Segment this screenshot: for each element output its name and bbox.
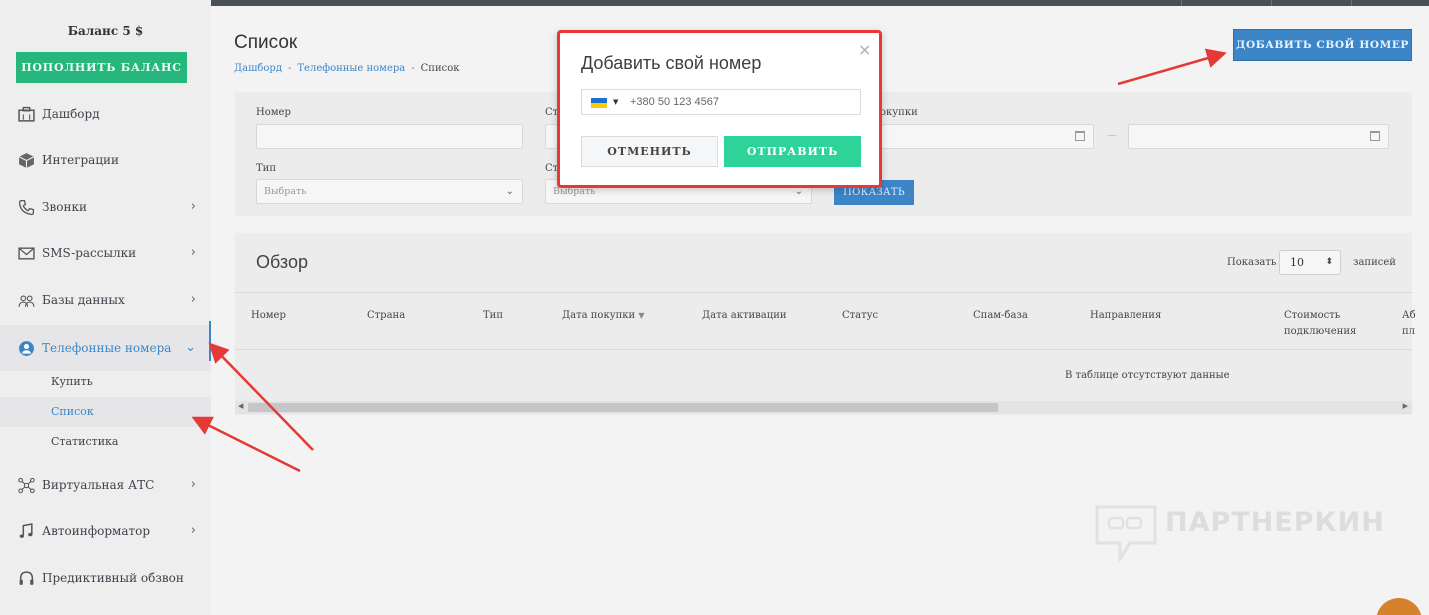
chevron-down-icon: ⌄: [185, 340, 196, 355]
chevron-down-icon: ⌄: [505, 186, 514, 197]
sidebar-item-label: Телефонные номера: [42, 341, 172, 355]
music-note-icon: [0, 522, 42, 540]
close-icon[interactable]: ×: [858, 40, 871, 59]
chevron-right-icon: ›: [190, 477, 196, 492]
caret-down-icon[interactable]: ▼: [613, 90, 618, 114]
scrollbar-thumb[interactable]: [248, 403, 998, 412]
modal-title: Добавить свой номер: [581, 53, 762, 73]
sidebar-item-calls[interactable]: Звонки ›: [0, 184, 211, 230]
envelope-icon: [0, 245, 42, 262]
ukraine-flag-icon[interactable]: [591, 98, 607, 108]
scroll-left-arrow-icon[interactable]: ◀: [238, 402, 243, 410]
purchase-date-filter-label: окупки: [880, 107, 918, 118]
sidebar: Баланс 5 $ ПОПОЛНИТЬ БАЛАНС Дашборд Инте…: [0, 0, 211, 615]
overview-title: Обзор: [256, 252, 308, 272]
cube-icon: [0, 152, 42, 169]
chevron-right-icon: ›: [190, 523, 196, 538]
sidebar-item-sms[interactable]: SMS-рассылки ›: [0, 230, 211, 276]
column-header-connection-cost[interactable]: Стоимость подключения: [1284, 308, 1356, 340]
column-header-spam-base[interactable]: Спам-база: [973, 308, 1028, 324]
phone-icon: [0, 199, 42, 216]
column-header-number[interactable]: Номер: [251, 308, 286, 324]
balance-text: Баланс 5 $: [67, 24, 144, 38]
type-placeholder: Выбрать: [264, 186, 307, 197]
calendar-icon: [1075, 131, 1085, 141]
date-range-separator: —: [1107, 130, 1117, 141]
watermark-text: ПАРТНЕРКИН: [1165, 507, 1385, 538]
sidebar-subitem-buy[interactable]: Купить: [0, 367, 211, 397]
breadcrumb-current: Список: [420, 63, 460, 74]
chat-widget-button[interactable]: [1376, 598, 1422, 615]
chevron-right-icon: ›: [190, 292, 196, 307]
table-divider: [235, 292, 1412, 293]
annotation-arrow: [191, 416, 301, 473]
column-header-directions[interactable]: Направления: [1090, 308, 1161, 324]
column-header-type[interactable]: Тип: [483, 308, 503, 324]
sidebar-subitem-list[interactable]: Список: [0, 397, 211, 427]
chevron-right-icon: ›: [190, 199, 196, 214]
sidebar-item-label: Предиктивный обзвон: [42, 571, 184, 585]
sidebar-item-label: Интеграции: [42, 153, 120, 167]
column-header-activation-date[interactable]: Дата активации: [702, 308, 787, 324]
column-header-label: Дата покупки: [562, 310, 636, 321]
briefcase-icon: [0, 106, 42, 123]
sidebar-item-virtual-pbx[interactable]: Виртуальная АТС ›: [0, 462, 211, 508]
phone-placeholder: +380 50 123 4567: [630, 96, 720, 108]
type-filter-select[interactable]: Выбрать ⌄: [256, 179, 523, 204]
sidebar-subitem-statistics[interactable]: Статистика: [0, 427, 211, 457]
page-size-select[interactable]: 10 ⬍: [1279, 250, 1341, 275]
page-size-value: 10: [1290, 256, 1304, 269]
sort-arrows-icon: ⬍: [1325, 257, 1333, 267]
sidebar-item-label: Звонки: [42, 200, 87, 214]
records-label: записей: [1353, 257, 1396, 268]
header-divider: [1271, 0, 1272, 6]
column-header-subscription[interactable]: Аб пл: [1402, 308, 1422, 342]
sidebar-item-integrations[interactable]: Интеграции: [0, 137, 211, 183]
breadcrumb-phone-numbers[interactable]: Телефонные номера: [297, 63, 405, 74]
type-filter-label: Тип: [256, 163, 276, 174]
header-divider: [1181, 0, 1182, 6]
page-size-label: Показать: [1227, 257, 1277, 268]
scroll-right-arrow-icon[interactable]: ▶: [1403, 402, 1408, 410]
sidebar-item-phone-numbers[interactable]: Телефонные номера ⌄: [0, 321, 211, 371]
add-own-number-button[interactable]: ДОБАВИТЬ СВОЙ НОМЕР: [1233, 29, 1412, 61]
network-icon: [0, 477, 42, 494]
chevron-right-icon: ›: [190, 245, 196, 260]
column-header-status[interactable]: Статус: [842, 308, 878, 324]
sidebar-item-predictive-dialer[interactable]: Предиктивный обзвон: [0, 555, 211, 601]
breadcrumb: Дашборд - Телефонные номера - Список: [234, 63, 460, 74]
sidebar-item-dashboard[interactable]: Дашборд: [0, 91, 211, 137]
active-indicator: [209, 321, 211, 361]
cancel-button[interactable]: ОТМЕНИТЬ: [581, 136, 718, 167]
page-title: Список: [234, 32, 298, 53]
header-divider: [1351, 0, 1352, 6]
purchase-date-to-input[interactable]: [1128, 124, 1389, 149]
number-filter-label: Номер: [256, 107, 291, 118]
phone-number-input[interactable]: ▼ +380 50 123 4567: [581, 89, 861, 115]
headset-icon: [0, 570, 42, 587]
sidebar-item-label: Виртуальная АТС: [42, 478, 155, 492]
column-header-purchase-date[interactable]: Дата покупки ▼: [562, 308, 645, 324]
sidebar-item-autoinformer[interactable]: Автоинформатор ›: [0, 508, 211, 554]
sidebar-item-label: Автоинформатор: [42, 524, 151, 538]
users-icon: [0, 292, 42, 309]
submit-button[interactable]: ОТПРАВИТЬ: [724, 136, 861, 167]
sidebar-item-label: Дашборд: [42, 107, 100, 121]
number-filter-input[interactable]: [256, 124, 523, 149]
column-header-country[interactable]: Страна: [367, 308, 405, 324]
user-circle-icon: [0, 340, 42, 357]
sidebar-item-label: Базы данных: [42, 293, 125, 307]
sidebar-item-databases[interactable]: Базы данных ›: [0, 277, 211, 323]
breadcrumb-dashboard[interactable]: Дашборд: [234, 63, 282, 74]
top-header-bar: [211, 0, 1429, 6]
table-empty-message: В таблице отсутствуют данные: [1065, 370, 1230, 381]
sidebar-item-label: SMS-рассылки: [42, 246, 137, 260]
top-up-balance-button[interactable]: ПОПОЛНИТЬ БАЛАНС: [16, 52, 187, 83]
table-divider: [235, 349, 1412, 350]
horizontal-scrollbar[interactable]: ◀ ▶: [235, 401, 1412, 414]
calendar-icon: [1370, 131, 1380, 141]
annotation-arrow: [1117, 48, 1227, 86]
sort-desc-icon: ▼: [638, 311, 645, 320]
